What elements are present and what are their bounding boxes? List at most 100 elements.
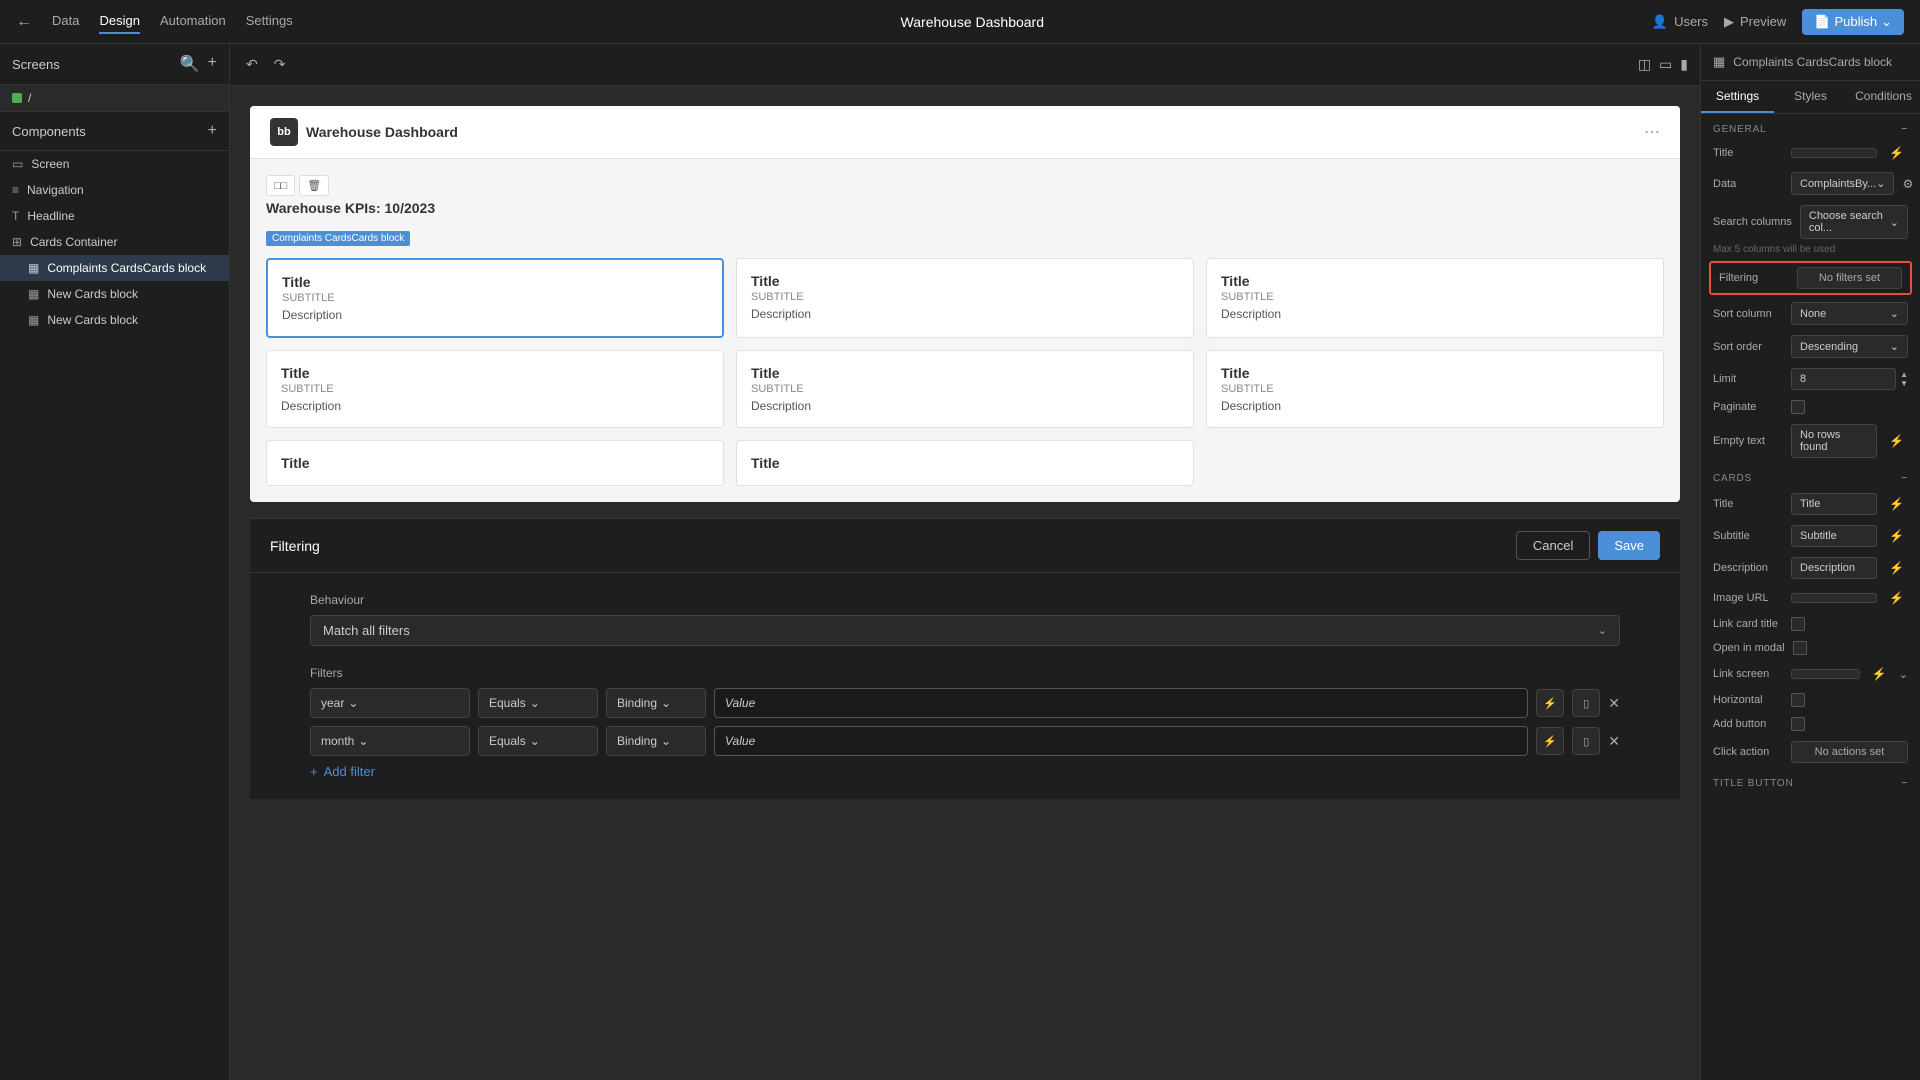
filter-copy-2[interactable]: ▯ xyxy=(1572,727,1600,755)
empty-text-input[interactable]: No rows found xyxy=(1791,424,1877,458)
nav-automation[interactable]: Automation xyxy=(160,9,226,34)
link-screen-input[interactable] xyxy=(1791,669,1860,679)
save-button[interactable]: Save xyxy=(1598,531,1660,560)
filter-field-1[interactable]: year ⌄ xyxy=(310,688,470,718)
card-title-5: Title xyxy=(751,365,1179,381)
image-url-lightning-btn[interactable]: ⚡ xyxy=(1885,589,1908,607)
sort-order-select[interactable]: Descending ⌄ xyxy=(1791,335,1908,358)
image-url-input[interactable] xyxy=(1791,593,1877,603)
data-select[interactable]: ComplaintsBy... ⌄ xyxy=(1791,172,1894,195)
filter-field-2[interactable]: month ⌄ xyxy=(310,726,470,756)
filtering-value-btn[interactable]: No filters set xyxy=(1797,267,1902,289)
redo-button[interactable]: ↷ xyxy=(270,52,290,77)
cards-collapse-icon[interactable]: − xyxy=(1901,473,1908,484)
card-description-lightning-btn[interactable]: ⚡ xyxy=(1885,559,1908,577)
dashboard-grid-icon[interactable]: ⋯ xyxy=(1644,122,1660,142)
filter-binding-2[interactable]: Binding ⌄ xyxy=(606,726,706,756)
filtering-header: Filtering Cancel Save xyxy=(250,519,1680,573)
preview-button[interactable]: ▶ Preview xyxy=(1724,14,1786,30)
publish-button[interactable]: 📄 Publish ⌄ xyxy=(1802,9,1904,35)
cancel-button[interactable]: Cancel xyxy=(1516,531,1590,560)
card-item-7[interactable]: Title xyxy=(266,440,724,486)
component-headline[interactable]: T Headline xyxy=(0,203,229,229)
title-input[interactable] xyxy=(1791,148,1877,158)
mobile-view-icon[interactable]: ▮ xyxy=(1680,56,1688,73)
title-lightning-btn[interactable]: ⚡ xyxy=(1885,144,1908,162)
filter-remove-1[interactable]: ✕ xyxy=(1608,695,1620,712)
screen-dot xyxy=(12,93,22,103)
filter-value-2[interactable]: Value xyxy=(714,726,1528,756)
card-description-input[interactable]: Description xyxy=(1791,557,1877,579)
add-component-icon[interactable]: + xyxy=(208,122,217,140)
card-item-3[interactable]: Title SUBTITLE Description xyxy=(1206,258,1664,338)
empty-text-lightning-btn[interactable]: ⚡ xyxy=(1885,432,1908,450)
undo-button[interactable]: ↶ xyxy=(242,52,262,77)
card-item-4[interactable]: Title SUBTITLE Description xyxy=(266,350,724,428)
play-icon: ▶ xyxy=(1724,14,1734,30)
search-icon[interactable]: 🔍 xyxy=(180,54,200,74)
users-button[interactable]: 👤 Users xyxy=(1652,14,1708,30)
filter-binding-1[interactable]: Binding ⌄ xyxy=(606,688,706,718)
paginate-checkbox[interactable] xyxy=(1791,400,1805,414)
card-item-5[interactable]: Title SUBTITLE Description xyxy=(736,350,1194,428)
tab-styles[interactable]: Styles xyxy=(1774,81,1847,113)
add-filter-icon: + xyxy=(310,764,318,779)
data-gear-icon[interactable]: ⚙ xyxy=(1902,177,1913,191)
component-navigation[interactable]: ≡ Navigation xyxy=(0,177,229,203)
limit-down-arrow[interactable]: ▼ xyxy=(1900,380,1908,388)
nav-design[interactable]: Design xyxy=(99,9,139,34)
nav-data[interactable]: Data xyxy=(52,9,79,34)
new-cards-1-label: New Cards block xyxy=(47,287,138,301)
component-screen[interactable]: ▭ Screen xyxy=(0,151,229,177)
delete-block-btn[interactable]: 🗑 xyxy=(299,175,329,196)
card-item-8[interactable]: Title xyxy=(736,440,1194,486)
card-title-input[interactable]: Title xyxy=(1791,493,1877,515)
filter-operator-1[interactable]: Equals ⌄ xyxy=(478,688,598,718)
component-cards-container[interactable]: ⊞ Cards Container xyxy=(0,229,229,255)
link-card-title-checkbox[interactable] xyxy=(1791,617,1805,631)
filter-operator-2[interactable]: Equals ⌄ xyxy=(478,726,598,756)
filter-copy-1[interactable]: ▯ xyxy=(1572,689,1600,717)
card-title-lightning-btn[interactable]: ⚡ xyxy=(1885,495,1908,513)
field-row-limit: Limit 8 ▲ ▼ xyxy=(1701,363,1920,395)
click-action-btn[interactable]: No actions set xyxy=(1791,741,1908,763)
duplicate-block-btn[interactable]: □□ xyxy=(266,175,295,196)
limit-input[interactable]: 8 xyxy=(1791,368,1896,390)
sort-column-select[interactable]: None ⌄ xyxy=(1791,302,1908,325)
filter-value-1[interactable]: Value xyxy=(714,688,1528,718)
add-filter-button[interactable]: + Add filter xyxy=(310,764,375,779)
filter-lightning-2[interactable]: ⚡ xyxy=(1536,727,1564,755)
nav-settings[interactable]: Settings xyxy=(246,9,293,34)
screen-item[interactable]: / xyxy=(0,85,229,112)
card-subtitle-input[interactable]: Subtitle xyxy=(1791,525,1877,547)
tab-settings[interactable]: Settings xyxy=(1701,81,1774,113)
tab-conditions[interactable]: Conditions xyxy=(1847,81,1920,113)
field-row-title: Title ⚡ xyxy=(1701,139,1920,167)
horizontal-checkbox[interactable] xyxy=(1791,693,1805,707)
limit-up-arrow[interactable]: ▲ xyxy=(1900,371,1908,379)
behaviour-dropdown[interactable]: Match all filters ⌄ xyxy=(310,615,1620,646)
search-columns-select[interactable]: Choose search col... ⌄ xyxy=(1800,205,1908,239)
link-screen-chevron[interactable]: ⌄ xyxy=(1899,668,1908,681)
component-complaints-cards[interactable]: ▦ Complaints CardsCards block xyxy=(0,255,229,281)
general-collapse-icon[interactable]: − xyxy=(1901,124,1908,135)
back-button[interactable]: ← xyxy=(16,13,32,31)
tablet-view-icon[interactable]: ▭ xyxy=(1659,56,1672,73)
field-row-card-title: Title Title ⚡ xyxy=(1701,488,1920,520)
title-button-collapse-icon[interactable]: − xyxy=(1901,778,1908,789)
filter-remove-2[interactable]: ✕ xyxy=(1608,733,1620,750)
filter-lightning-1[interactable]: ⚡ xyxy=(1536,689,1564,717)
desktop-view-icon[interactable]: ◫ xyxy=(1638,56,1651,73)
component-new-cards-2[interactable]: ▦ New Cards block xyxy=(0,307,229,333)
click-action-label: Click action xyxy=(1713,746,1783,758)
behaviour-value: Match all filters xyxy=(323,623,410,638)
open-in-modal-checkbox[interactable] xyxy=(1793,641,1807,655)
card-item-1[interactable]: Title SUBTITLE Description xyxy=(266,258,724,338)
card-item-2[interactable]: Title SUBTITLE Description xyxy=(736,258,1194,338)
add-button-checkbox[interactable] xyxy=(1791,717,1805,731)
component-new-cards-1[interactable]: ▦ New Cards block xyxy=(0,281,229,307)
add-screen-icon[interactable]: + xyxy=(208,54,217,74)
card-subtitle-lightning-btn[interactable]: ⚡ xyxy=(1885,527,1908,545)
card-item-6[interactable]: Title SUBTITLE Description xyxy=(1206,350,1664,428)
link-screen-lightning-btn[interactable]: ⚡ xyxy=(1868,665,1891,683)
